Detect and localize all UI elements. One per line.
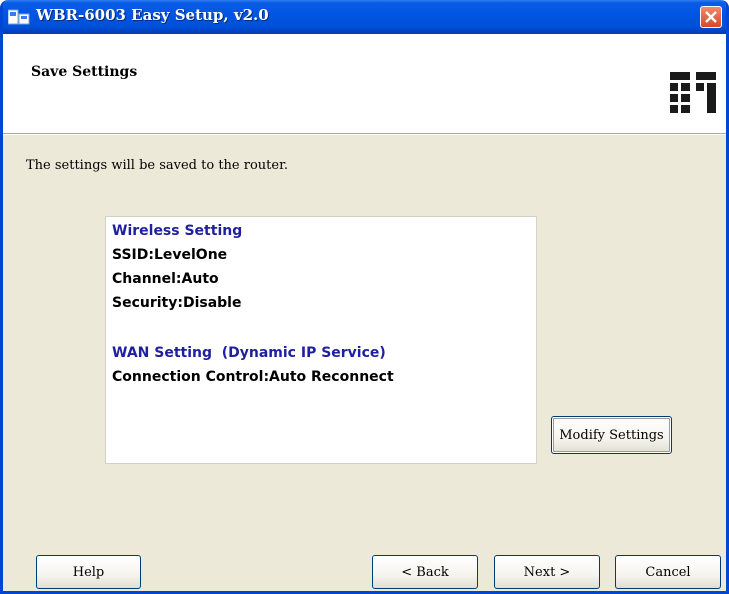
title-bar[interactable]: WBR-6003 Easy Setup, v2.0 — [3, 0, 726, 34]
ssid-value: SSID:LevelOne — [112, 247, 228, 263]
wireless-heading: Wireless Setting — [112, 223, 243, 239]
security-value: Security:Disable — [112, 295, 242, 311]
back-button[interactable]: < Back — [372, 555, 478, 589]
wizard-header: Save Settings — [3, 34, 726, 133]
page-title: Save Settings — [31, 64, 138, 80]
modify-settings-button[interactable]: Modify Settings — [551, 416, 672, 454]
next-button[interactable]: Next > — [494, 555, 600, 589]
levelone-logo — [670, 72, 716, 113]
help-button[interactable]: Help — [36, 555, 141, 589]
close-button[interactable] — [700, 6, 722, 28]
settings-summary: Wireless Setting SSID:LevelOne Channel:A… — [105, 216, 537, 464]
wan-heading: WAN Setting (Dynamic IP Service) — [112, 345, 386, 361]
app-icon — [8, 9, 30, 25]
setup-window: WBR-6003 Easy Setup, v2.0 Save Settings … — [0, 0, 729, 594]
intro-text: The settings will be saved to the router… — [26, 158, 288, 173]
close-icon — [705, 11, 717, 23]
window-title: WBR-6003 Easy Setup, v2.0 — [36, 6, 269, 24]
connection-control-value: Connection Control:Auto Reconnect — [112, 369, 394, 385]
cancel-button[interactable]: Cancel — [615, 555, 721, 589]
header-divider — [3, 133, 726, 135]
channel-value: Channel:Auto — [112, 271, 219, 287]
